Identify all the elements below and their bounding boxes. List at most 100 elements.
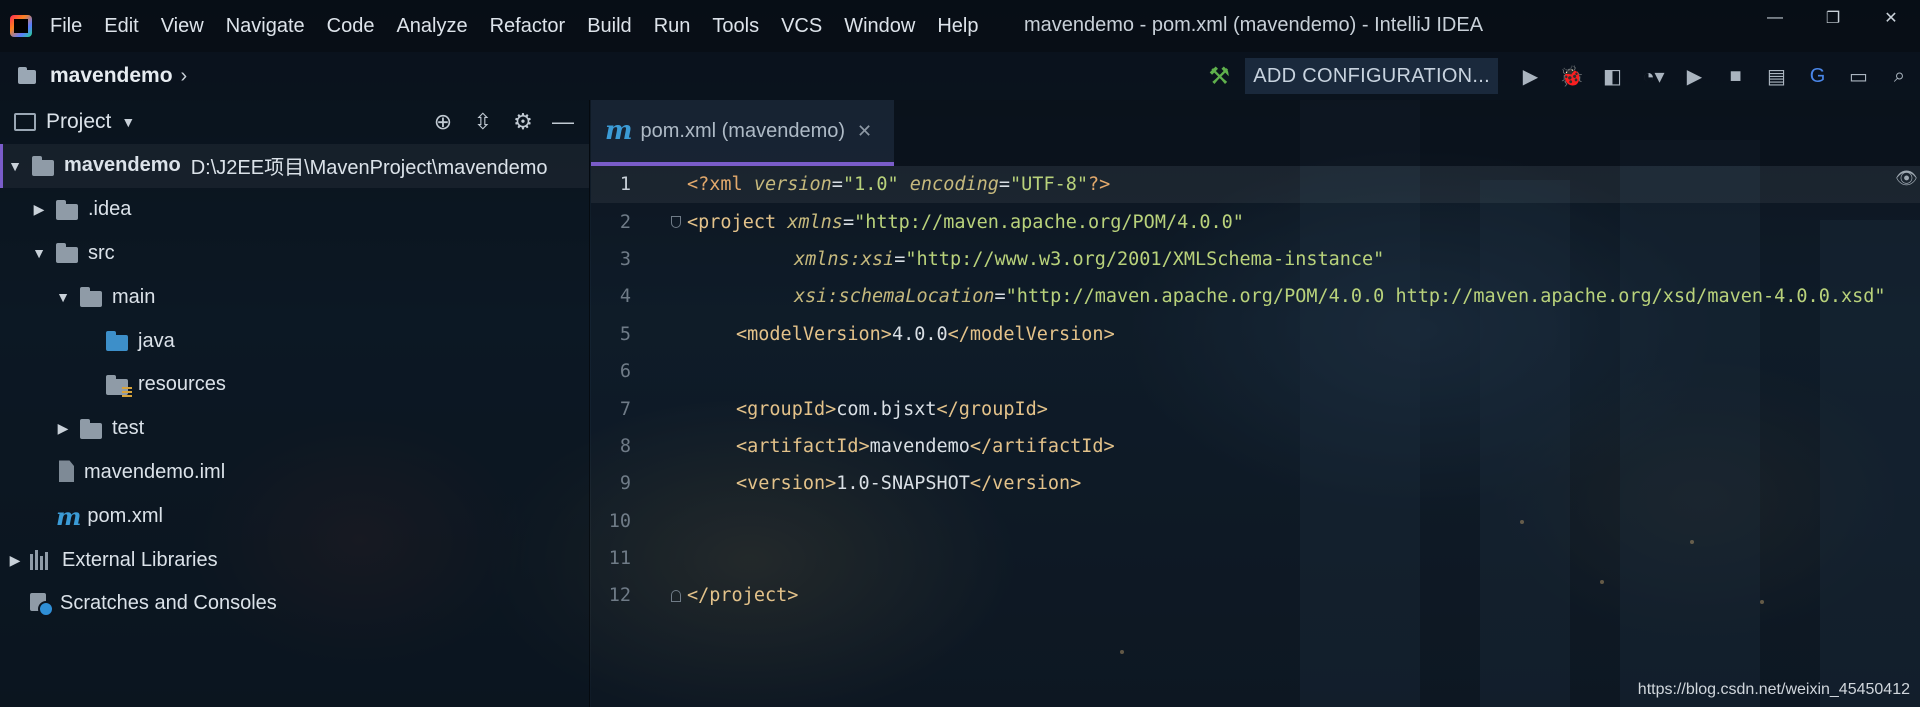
minimize-button[interactable]: — [1746, 0, 1804, 36]
code-line[interactable]: 1 <?xml version="1.0" encoding="UTF-8"?> [591, 166, 1920, 204]
line-number: 6 [619, 361, 631, 383]
tree-label: resources [138, 373, 226, 396]
window-controls: — ❐ ✕ [1746, 0, 1920, 36]
code-text: <?xml version="1.0" encoding="UTF-8"?> [687, 174, 1111, 196]
expand-arrow-icon[interactable]: ▶ [54, 420, 72, 437]
menu-code[interactable]: Code [316, 15, 386, 38]
code-text: <modelVersion>4.0.0</modelVersion> [736, 323, 1115, 345]
menu-vcs[interactable]: VCS [770, 15, 833, 38]
folder-icon [80, 418, 104, 439]
tree-path: D:\J2EE项目\MavenProject\mavendemo [190, 157, 548, 180]
menu-view[interactable]: View [150, 15, 215, 38]
menu-window[interactable]: Window [833, 15, 926, 38]
tree-row-external-libraries[interactable]: ▶ External Libraries [0, 538, 589, 582]
run-icon[interactable]: ▶ [1510, 52, 1551, 100]
collapse-all-icon[interactable]: ⇳ [463, 109, 503, 135]
menu-tools[interactable]: Tools [701, 15, 770, 38]
tree-label: src [88, 241, 115, 264]
code-line[interactable]: 5 <modelVersion>4.0.0</modelVersion> [591, 316, 1920, 353]
expand-arrow-icon[interactable]: ▶ [30, 201, 48, 218]
restore-button[interactable]: ❐ [1804, 0, 1862, 36]
project-tool-window: Project ▼ ⊕ ⇳ ⚙ — ▼ mavendemo D:\J2EE项目\… [0, 100, 590, 707]
line-number: 3 [619, 248, 631, 270]
menu-refactor[interactable]: Refactor [479, 15, 577, 38]
code-editor[interactable]: 👁 1 <?xml version="1.0" encoding="UTF-8"… [591, 166, 1920, 615]
line-number: 1 [619, 174, 631, 196]
tree-row-main[interactable]: ▼ main [0, 275, 589, 319]
menu-file[interactable]: File [50, 15, 93, 38]
code-line[interactable]: 11 [591, 540, 1920, 577]
tree-row-mavendemo[interactable]: ▼ mavendemo D:\J2EE项目\MavenProject\maven… [0, 144, 589, 188]
search-icon[interactable]: ⌕ [1879, 52, 1920, 100]
line-number: 5 [619, 323, 631, 345]
gear-icon[interactable]: ⚙ [503, 109, 543, 135]
build-hammer-icon[interactable]: ⚒ [1199, 62, 1239, 91]
tree-label: Scratches and Consoles [60, 592, 277, 615]
add-configuration-button[interactable]: ADD CONFIGURATION... [1245, 58, 1498, 94]
hide-panel-icon[interactable]: — [543, 109, 583, 135]
tree-row-resources[interactable]: resources [0, 363, 589, 407]
project-structure-icon[interactable]: ▤ [1756, 52, 1797, 100]
intellij-logo-icon[interactable] [10, 15, 32, 37]
project-panel-header: Project ▼ ⊕ ⇳ ⚙ — [0, 100, 589, 144]
project-view-icon [14, 113, 36, 131]
tree-row-scratches[interactable]: Scratches and Consoles [0, 582, 589, 626]
close-tab-icon[interactable]: ✕ [857, 121, 872, 142]
tree-row-idea[interactable]: ▶ .idea [0, 188, 589, 232]
menu-navigate[interactable]: Navigate [215, 15, 316, 38]
navigation-bar: mavendemo › ⚒ ADD CONFIGURATION... ▶ 🐞 ◧… [0, 52, 1920, 100]
tree-label: java [138, 329, 175, 352]
tree-row-src[interactable]: ▼ src [0, 232, 589, 276]
expand-arrow-icon[interactable]: ▼ [6, 158, 24, 174]
line-number: 9 [619, 473, 631, 495]
close-window-button[interactable]: ✕ [1862, 0, 1920, 36]
tree-label: .idea [88, 198, 132, 221]
translate-icon[interactable]: G [1797, 52, 1838, 100]
debug-icon[interactable]: 🐞 [1551, 52, 1592, 100]
tree-row-pom[interactable]: m pom.xml [0, 494, 589, 538]
fold-marker-icon[interactable] [671, 216, 681, 229]
breadcrumb-project[interactable]: mavendemo [50, 64, 173, 88]
code-text: <project xmlns="http://maven.apache.org/… [687, 211, 1244, 233]
coverage-icon[interactable]: ◧ [1592, 52, 1633, 100]
code-line[interactable]: 10 [591, 503, 1920, 540]
menu-help[interactable]: Help [926, 15, 989, 38]
tab-pom-xml[interactable]: m pom.xml (mavendemo) ✕ [591, 100, 894, 166]
code-line[interactable]: 9 <version>1.0-SNAPSHOT</version> [591, 465, 1920, 502]
expand-arrow-icon[interactable]: ▼ [54, 289, 72, 305]
code-line[interactable]: 6 [591, 353, 1920, 390]
code-line[interactable]: 8 <artifactId>mavendemo</artifactId> [591, 428, 1920, 465]
project-panel-title[interactable]: Project [46, 110, 111, 134]
fold-marker-icon[interactable] [671, 590, 681, 603]
locate-file-icon[interactable]: ⊕ [423, 109, 463, 135]
code-line[interactable]: 7 <groupId>com.bjsxt</groupId> [591, 390, 1920, 427]
tree-row-test[interactable]: ▶ test [0, 407, 589, 451]
code-text: <version>1.0-SNAPSHOT</version> [736, 473, 1082, 495]
expand-arrow-icon[interactable]: ▼ [30, 245, 48, 261]
code-line[interactable]: 2 <project xmlns="http://maven.apache.or… [591, 203, 1920, 240]
scratches-icon [30, 592, 54, 617]
tree-label: mavendemo [64, 154, 181, 177]
tree-row-java[interactable]: java [0, 319, 589, 363]
expand-arrow-icon[interactable]: ▶ [6, 552, 24, 569]
menu-run[interactable]: Run [643, 15, 702, 38]
folder-icon [80, 287, 104, 308]
tree-row-iml[interactable]: mavendemo.iml [0, 451, 589, 495]
code-text: xmlns:xsi="http://www.w3.org/2001/XMLSch… [794, 248, 1385, 270]
terminal-icon[interactable]: ▭ [1838, 52, 1879, 100]
maven-file-icon: m [605, 116, 633, 146]
code-line[interactable]: 3 xmlns:xsi="http://www.w3.org/2001/XMLS… [591, 241, 1920, 278]
run-any-icon[interactable]: ▶ [1674, 52, 1715, 100]
menu-edit[interactable]: Edit [93, 15, 149, 38]
code-line[interactable]: 4 xsi:schemaLocation="http://maven.apach… [591, 278, 1920, 315]
stop-icon[interactable]: ■ [1715, 52, 1756, 100]
code-text: <groupId>com.bjsxt</groupId> [736, 398, 1048, 420]
caret-down-icon[interactable]: ▼ [121, 114, 135, 130]
profile-icon[interactable]: ◔▾ [1633, 52, 1674, 100]
menu-build[interactable]: Build [576, 15, 642, 38]
editor-tab-bar: m pom.xml (mavendemo) ✕ [591, 100, 1920, 166]
source-watermark: https://blog.csdn.net/weixin_45450412 [1637, 681, 1910, 698]
code-line[interactable]: 12 </project> [591, 577, 1920, 614]
menu-analyze[interactable]: Analyze [385, 15, 478, 38]
project-tree: ▼ mavendemo D:\J2EE项目\MavenProject\maven… [0, 144, 589, 626]
